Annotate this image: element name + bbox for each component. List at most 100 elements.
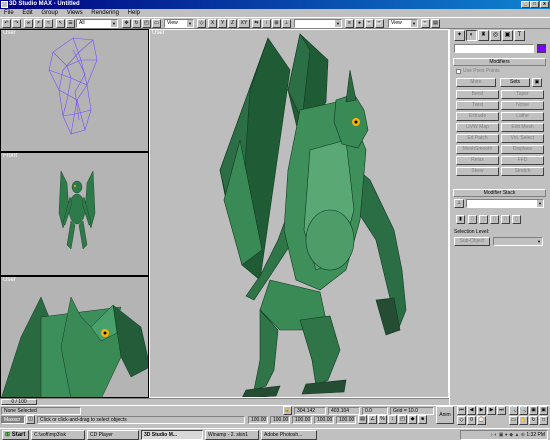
- align-icon[interactable]: ⊞: [272, 19, 281, 28]
- previous-frame-icon[interactable]: ◀: [467, 406, 476, 415]
- modifier-button-lathe[interactable]: Lathe: [501, 112, 544, 121]
- select-move-icon[interactable]: ✥: [122, 19, 131, 28]
- percent-snap-icon[interactable]: %: [378, 415, 387, 424]
- spinner-snap-icon[interactable]: ↕: [388, 415, 397, 424]
- video-post-icon[interactable]: ▤: [431, 19, 440, 28]
- key-mode-icon[interactable]: ◇: [457, 416, 466, 425]
- taskbar-button-cd-player[interactable]: CD Player: [87, 430, 139, 440]
- modifier-button-meshsmooth[interactable]: MeshSmooth: [456, 145, 499, 154]
- modifier-button-skew[interactable]: Skew: [456, 167, 499, 176]
- spinner-4[interactable]: 100.00: [314, 416, 334, 424]
- taskbar-button-3dsmax[interactable]: 3D Studio M...: [141, 430, 203, 440]
- remove-modifier-icon[interactable]: ▯: [501, 215, 510, 224]
- modifier-stack-rollout-header[interactable]: Modifier Stack: [453, 189, 546, 197]
- object-color-swatch[interactable]: [537, 44, 546, 53]
- pin-stack-icon[interactable]: ⊥: [454, 199, 464, 208]
- zoom-icon[interactable]: 🔍: [509, 406, 518, 415]
- frame-field[interactable]: 0: [467, 416, 476, 425]
- spinner-2[interactable]: 100.00: [270, 416, 290, 424]
- selection-filter-select[interactable]: All ▼: [76, 19, 118, 28]
- align-normals-icon[interactable]: ⊥: [282, 19, 291, 28]
- material-editor-icon[interactable]: ●: [355, 19, 364, 28]
- menu-edit[interactable]: Edit: [22, 10, 32, 16]
- modifier-stack-select[interactable]: ▼: [466, 199, 544, 208]
- undo-icon[interactable]: ↶: [2, 19, 11, 28]
- modifier-button-edit-patch[interactable]: Ed Patch: [456, 134, 499, 143]
- modifier-button-extrude[interactable]: Extrude: [456, 112, 499, 121]
- spinner-1[interactable]: 100.00: [248, 416, 268, 424]
- create-tab[interactable]: ✦: [454, 30, 465, 41]
- degradation-override-icon[interactable]: ◆: [408, 415, 417, 424]
- render-icon[interactable]: ■: [418, 415, 427, 424]
- select-scale-icon[interactable]: ◰: [142, 19, 151, 28]
- show-end-result-icon[interactable]: ▯: [479, 215, 488, 224]
- modifier-button-bend[interactable]: Bend: [456, 90, 499, 99]
- axis-z-button[interactable]: Z: [228, 19, 237, 28]
- menu-rendering[interactable]: Rendering: [91, 10, 119, 16]
- use-pivot-checkbox[interactable]: [456, 69, 461, 74]
- modifier-button-ffd[interactable]: FFD: [501, 156, 544, 165]
- configure-sets-icon[interactable]: ▣: [532, 78, 542, 87]
- time-config-icon[interactable]: ⌚: [477, 416, 486, 425]
- active-inactive-icon[interactable]: ▯: [468, 215, 477, 224]
- close-button[interactable]: x: [540, 1, 549, 8]
- modifier-button-vol-select[interactable]: Vol. Select: [501, 134, 544, 143]
- edit-stack-icon[interactable]: ▯: [512, 215, 521, 224]
- modifier-button-relax[interactable]: Relax: [456, 156, 499, 165]
- lock-selection-icon[interactable]: 🔒: [283, 406, 292, 415]
- link-icon[interactable]: ∞: [24, 19, 33, 28]
- taskbar-button-winamp[interactable]: Winamp - 2. skin1: [205, 430, 259, 440]
- make-unique-icon[interactable]: ▯: [490, 215, 499, 224]
- sub-object-button[interactable]: Sub-Object: [454, 237, 490, 246]
- modifier-button-noise[interactable]: Noise: [501, 101, 544, 110]
- render-scene-icon[interactable]: ☕: [365, 19, 374, 28]
- axis-y-button[interactable]: Y: [218, 19, 227, 28]
- go-to-end-icon[interactable]: ⏭: [497, 406, 506, 415]
- maxscript-listener[interactable]: Maxscr: [1, 416, 25, 424]
- axis-xy-button[interactable]: XY: [238, 19, 250, 28]
- render-type-select[interactable]: View ▼: [388, 19, 418, 28]
- zoom-extents-icon[interactable]: ▣: [529, 406, 538, 415]
- bind-space-warp-icon[interactable]: ≈: [44, 19, 53, 28]
- snap-toggle-icon[interactable]: ◫: [26, 415, 35, 424]
- modifier-button-uvw-map[interactable]: UVW Map: [456, 123, 499, 132]
- modifier-button-taper[interactable]: Taper: [501, 90, 544, 99]
- stack-prev-icon[interactable]: ▮: [456, 215, 465, 224]
- modify-tab[interactable]: ◐: [466, 30, 477, 41]
- taskbar-button-photoshop[interactable]: Adobe Photosh...: [261, 430, 317, 440]
- time-slider[interactable]: 0 / 100: [0, 398, 449, 405]
- mirror-icon[interactable]: ⇆: [252, 19, 261, 28]
- viewport-user-top-left[interactable]: User: [0, 29, 149, 152]
- spinner-5[interactable]: 100.00: [336, 416, 356, 424]
- min-max-toggle-icon[interactable]: □: [539, 416, 548, 425]
- more-button[interactable]: More: [456, 78, 496, 87]
- modifier-button-stretch[interactable]: Stretch: [501, 167, 544, 176]
- next-frame-icon[interactable]: ▶: [487, 406, 496, 415]
- viewport-user-main[interactable]: User: [149, 29, 449, 398]
- spinner-3[interactable]: 100.00: [292, 416, 312, 424]
- menu-views[interactable]: Views: [67, 10, 83, 16]
- hierarchy-tab[interactable]: ♜: [478, 30, 489, 41]
- viewport-user-bottom-left[interactable]: User: [0, 276, 149, 398]
- modifier-button-twist[interactable]: Twist: [456, 101, 499, 110]
- sub-object-select[interactable]: ▼: [493, 237, 543, 246]
- select-by-name-icon[interactable]: ☰: [66, 19, 75, 28]
- zoom-extents-all-icon[interactable]: ▣: [539, 406, 548, 415]
- reference-coord-select[interactable]: View ▼: [164, 19, 194, 28]
- quick-render-icon[interactable]: ☕: [375, 19, 384, 28]
- pivot-center-icon[interactable]: ◇: [197, 19, 206, 28]
- minimize-button[interactable]: _: [521, 1, 530, 8]
- taskbar-button-explorer[interactable]: C:\soft\mp3\sk: [31, 430, 85, 440]
- sets-button[interactable]: Sets: [500, 78, 530, 87]
- render-last-icon[interactable]: ☕: [421, 19, 430, 28]
- app-icon[interactable]: [1, 1, 8, 8]
- zoom-all-icon[interactable]: 🔍: [519, 406, 528, 415]
- display-tab[interactable]: ▣: [502, 30, 513, 41]
- go-to-start-icon[interactable]: ⏮: [457, 406, 466, 415]
- motion-tab[interactable]: ◎: [490, 30, 501, 41]
- modifiers-rollout-header[interactable]: Modifiers: [453, 58, 546, 66]
- modifier-button-edit-mesh[interactable]: Edit Mesh: [501, 123, 544, 132]
- play-icon[interactable]: ▶: [477, 406, 486, 415]
- named-selection-select[interactable]: ▼: [294, 19, 342, 28]
- select-rotate-icon[interactable]: ↻: [132, 19, 141, 28]
